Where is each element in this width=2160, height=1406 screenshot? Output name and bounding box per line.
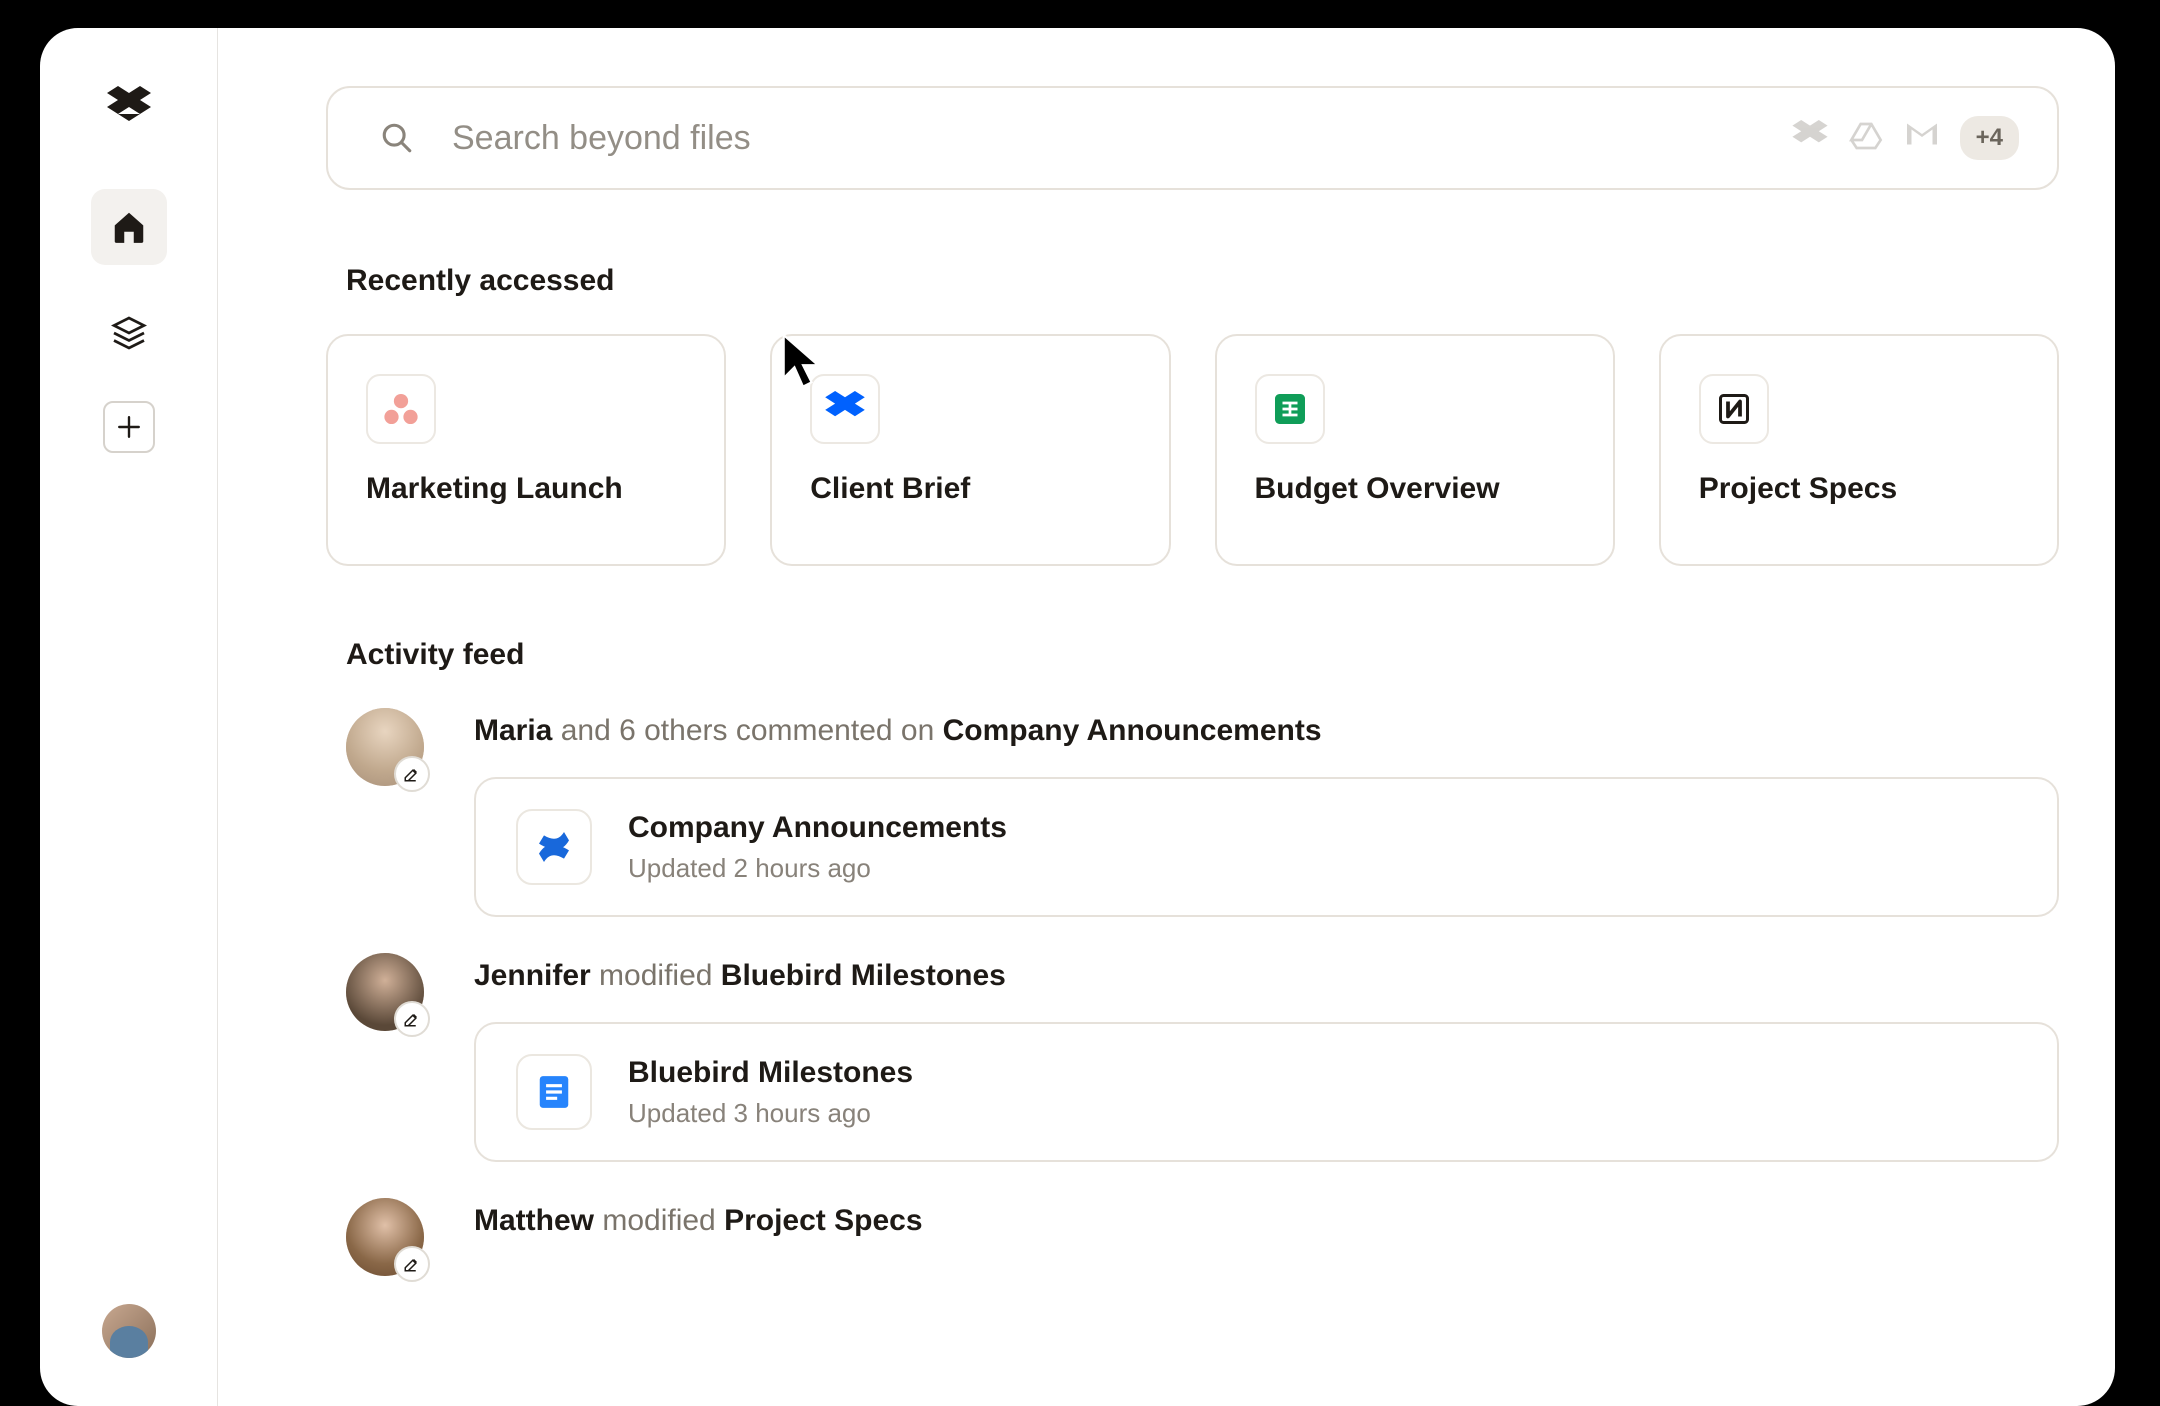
activity-avatar-matthew[interactable] [346, 1198, 424, 1276]
confluence-icon [516, 809, 592, 885]
activity-summary: Jennifer modified Bluebird Milestones [474, 953, 2059, 998]
recently-accessed-row: Marketing Launch Client Brief Budget Ove… [326, 334, 2059, 566]
recent-card-title: Client Brief [810, 472, 1130, 506]
activity-doc-meta: Updated 3 hours ago [628, 1098, 913, 1129]
activity-avatar-jennifer[interactable] [346, 953, 424, 1031]
search-bar[interactable]: +4 [326, 86, 2059, 190]
edit-badge-icon [394, 1246, 430, 1282]
recent-card-title: Project Specs [1699, 472, 2019, 506]
search-icon [380, 121, 414, 155]
activity-doc-title: Bluebird Milestones [628, 1056, 913, 1090]
activity-feed-title: Activity feed [346, 638, 2059, 672]
plus-icon [116, 414, 142, 440]
sidebar-add-button[interactable] [103, 401, 155, 453]
recent-card-budget-overview[interactable]: Budget Overview [1215, 334, 1615, 566]
sidebar [40, 28, 218, 1406]
search-input[interactable] [452, 119, 1792, 158]
sidebar-home[interactable] [91, 189, 167, 265]
dropbox-file-icon [810, 374, 880, 444]
activity-feed: Activity feed Maria and 6 others comment… [326, 638, 2059, 1276]
more-integrations-badge[interactable]: +4 [1960, 116, 2019, 160]
edit-badge-icon [394, 756, 430, 792]
gdocs-icon [516, 1054, 592, 1130]
recent-card-project-specs[interactable]: Project Specs [1659, 334, 2059, 566]
activity-summary: Maria and 6 others commented on Company … [474, 708, 2059, 753]
recently-accessed-title: Recently accessed [346, 264, 2059, 298]
sidebar-user-avatar[interactable] [102, 1304, 156, 1358]
notion-icon [1699, 374, 1769, 444]
gdrive-integration-icon[interactable] [1848, 120, 1884, 156]
main-content: +4 Recently accessed Marketing Launch Cl… [218, 28, 2115, 1406]
gmail-integration-icon[interactable] [1904, 120, 1940, 156]
activity-doc-title: Company Announcements [628, 811, 1007, 845]
activity-item: Jennifer modified Bluebird Milestones Bl… [346, 953, 2059, 1162]
sidebar-stacks[interactable] [91, 295, 167, 371]
activity-item: Maria and 6 others commented on Company … [346, 708, 2059, 917]
asana-icon [366, 374, 436, 444]
stack-icon [111, 315, 147, 351]
activity-item: Matthew modified Project Specs [346, 1198, 2059, 1276]
recent-card-client-brief[interactable]: Client Brief [770, 334, 1170, 566]
sheets-icon [1255, 374, 1325, 444]
activity-doc-meta: Updated 2 hours ago [628, 853, 1007, 884]
integration-icon-row: +4 [1792, 116, 2019, 160]
recent-card-title: Marketing Launch [366, 472, 686, 506]
recent-card-marketing-launch[interactable]: Marketing Launch [326, 334, 726, 566]
activity-document-card[interactable]: Bluebird Milestones Updated 3 hours ago [474, 1022, 2059, 1162]
activity-avatar-maria[interactable] [346, 708, 424, 786]
activity-document-card[interactable]: Company Announcements Updated 2 hours ag… [474, 777, 2059, 917]
recent-card-title: Budget Overview [1255, 472, 1575, 506]
edit-badge-icon [394, 1001, 430, 1037]
home-icon [110, 208, 148, 246]
dropbox-integration-icon[interactable] [1792, 120, 1828, 156]
activity-summary: Matthew modified Project Specs [474, 1198, 2059, 1243]
app-window: +4 Recently accessed Marketing Launch Cl… [40, 28, 2115, 1406]
dropbox-logo-icon[interactable] [107, 86, 151, 131]
